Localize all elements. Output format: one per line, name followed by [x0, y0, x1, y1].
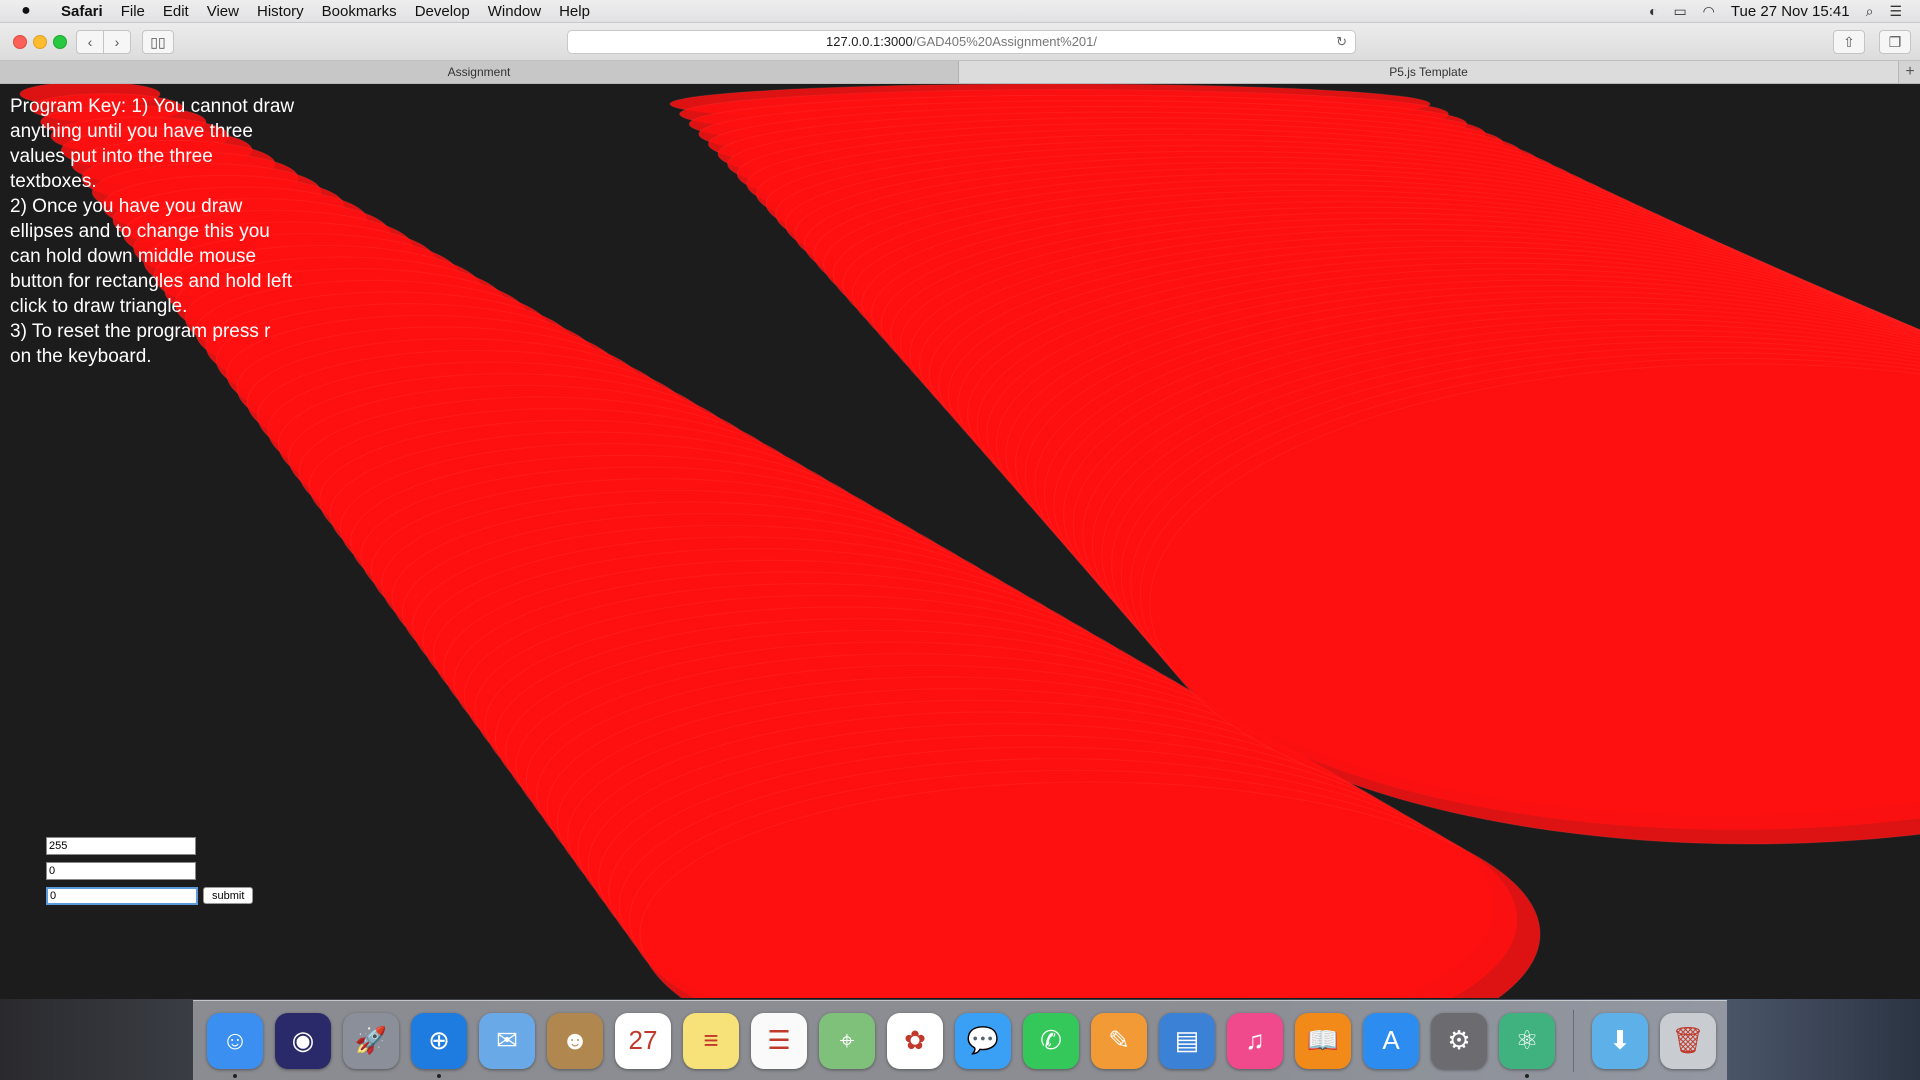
contacts-icon[interactable]: ☻ — [547, 1012, 603, 1069]
apple-menu-icon[interactable]: ● — [0, 2, 52, 20]
trash-icon[interactable]: 🗑 — [1660, 1012, 1716, 1069]
user-status-icon[interactable]: ◐ — [1649, 3, 1657, 19]
mail-glyph: ✉ — [496, 1025, 518, 1055]
photos-icon[interactable]: ✿ — [887, 1012, 943, 1069]
chevron-left-icon: ‹ — [87, 34, 93, 50]
new-tab-button[interactable]: + — [1898, 61, 1920, 83]
minimize-window-button[interactable] — [33, 35, 47, 49]
itunes-glyph: ♫ — [1245, 1025, 1265, 1055]
notes-icon[interactable]: ≡ — [683, 1012, 739, 1069]
keynote-icon[interactable]: ▤ — [1159, 1012, 1215, 1069]
reminders-glyph: ☰ — [767, 1025, 791, 1055]
safari-toolbar: ‹ › ▯▯ 127.0.0.1:3000/GAD405%20Assignmen… — [0, 23, 1920, 61]
menu-bookmarks[interactable]: Bookmarks — [313, 3, 406, 20]
pages-glyph: ✎ — [1108, 1025, 1130, 1055]
chevron-right-icon: › — [114, 34, 120, 50]
safari-glyph: ⊕ — [428, 1025, 450, 1055]
notification-center-icon[interactable]: ☰ — [1889, 3, 1902, 20]
running-indicator — [437, 1073, 441, 1078]
menu-help[interactable]: Help — [550, 3, 599, 20]
messages-icon[interactable]: 💬 — [955, 1012, 1011, 1069]
reload-icon[interactable]: ↻ — [1336, 31, 1347, 53]
keynote-glyph: ▤ — [1174, 1025, 1200, 1055]
dock-separator — [1573, 1009, 1574, 1072]
calendar-icon[interactable]: 27 — [615, 1012, 671, 1069]
atom-icon[interactable]: ⚛ — [1499, 1012, 1555, 1078]
downloads-folder-icon[interactable]: ⬇ — [1592, 1012, 1648, 1069]
spotlight-search-icon[interactable]: ⌕ — [1866, 3, 1874, 20]
facetime-glyph: ✆ — [1040, 1025, 1062, 1055]
ibooks-glyph: 📖 — [1306, 1025, 1340, 1055]
siri-icon[interactable]: ◉ — [275, 1012, 331, 1069]
notes-glyph: ≡ — [703, 1025, 719, 1055]
share-icon: ⇧ — [1843, 33, 1855, 50]
menu-history[interactable]: History — [248, 3, 313, 20]
submit-button[interactable]: submit — [203, 887, 254, 904]
address-bar[interactable]: 127.0.0.1:3000/GAD405%20Assignment%201/ … — [567, 30, 1356, 54]
app-store-icon[interactable]: A — [1363, 1012, 1419, 1069]
p5-canvas[interactable]: Program Key: 1) You cannot draw anything… — [0, 84, 1920, 998]
calendar-glyph: 27 — [628, 1025, 658, 1055]
forward-button[interactable]: › — [103, 30, 131, 54]
finder-icon[interactable]: ☺ — [207, 1012, 263, 1078]
wifi-icon[interactable]: ◠ — [1703, 3, 1715, 20]
maps-icon[interactable]: ⌖ — [819, 1012, 875, 1069]
launchpad-icon[interactable]: 🚀 — [343, 1012, 399, 1069]
app-store-glyph: A — [1382, 1025, 1400, 1055]
itunes-icon[interactable]: ♫ — [1227, 1012, 1283, 1069]
tab-assignment[interactable]: Assignment — [0, 61, 959, 83]
photos-glyph: ✿ — [904, 1025, 926, 1055]
airplay-icon[interactable]: ▭ — [1673, 3, 1686, 20]
share-button[interactable]: ⇧ — [1833, 30, 1865, 54]
menu-bar: ● Safari File Edit View History Bookmark… — [0, 0, 1920, 23]
running-indicator — [233, 1073, 237, 1078]
tabs-overview-icon: ❐ — [1888, 33, 1902, 50]
url-host: 127.0.0.1:3000 — [825, 34, 913, 49]
running-indicator — [1525, 1073, 1529, 1078]
menu-clock[interactable]: Tue 27 Nov 15:41 — [1731, 3, 1850, 20]
sidebar-button[interactable]: ▯▯ — [142, 30, 174, 54]
menu-app-name[interactable]: Safari — [52, 3, 112, 20]
dock: ☺ ◉ 🚀 ⊕ ✉ ☻ 27 ≡ ☰ ⌖ ✿ 💬 ✆ ✎ ▤ ♫ 📖 A ⚙ ⚛ ⬇ 🗑 — [193, 1000, 1727, 1080]
tab-p5js-template[interactable]: P5.js Template — [959, 61, 1898, 83]
tab-bar: Assignment P5.js Template + — [0, 61, 1920, 84]
pages-icon[interactable]: ✎ — [1091, 1012, 1147, 1069]
contacts-glyph: ☻ — [561, 1025, 589, 1055]
siri-glyph: ◉ — [291, 1025, 315, 1055]
menu-view[interactable]: View — [198, 3, 248, 20]
menu-window[interactable]: Window — [479, 3, 550, 20]
safari-icon[interactable]: ⊕ — [411, 1012, 467, 1078]
system-preferences-glyph: ⚙ — [1447, 1025, 1471, 1055]
mail-icon[interactable]: ✉ — [479, 1012, 535, 1069]
messages-glyph: 💬 — [966, 1025, 1000, 1055]
back-button[interactable]: ‹ — [76, 30, 104, 54]
downloads-folder-glyph: ⬇ — [1609, 1025, 1631, 1055]
facetime-icon[interactable]: ✆ — [1023, 1012, 1079, 1069]
atom-glyph: ⚛ — [1515, 1025, 1539, 1055]
finder-glyph: ☺ — [221, 1025, 249, 1055]
ibooks-icon[interactable]: 📖 — [1295, 1012, 1351, 1069]
blue-value-input[interactable] — [46, 887, 198, 905]
launchpad-glyph: 🚀 — [354, 1025, 388, 1055]
url-path: /GAD405%20Assignment%201/ — [912, 34, 1098, 49]
system-preferences-icon[interactable]: ⚙ — [1431, 1012, 1487, 1069]
sidebar-icon: ▯▯ — [150, 33, 166, 50]
reminders-icon[interactable]: ☰ — [751, 1012, 807, 1069]
green-value-input[interactable] — [46, 862, 196, 880]
menu-edit[interactable]: Edit — [154, 3, 198, 20]
red-value-input[interactable] — [46, 837, 196, 855]
close-window-button[interactable] — [13, 35, 27, 49]
show-all-tabs-button[interactable]: ❐ — [1879, 30, 1911, 54]
fullscreen-window-button[interactable] — [53, 35, 67, 49]
maps-glyph: ⌖ — [839, 1024, 855, 1055]
program-key-text: Program Key: 1) You cannot draw anything… — [10, 96, 295, 367]
menu-develop[interactable]: Develop — [406, 3, 479, 20]
menu-file[interactable]: File — [112, 3, 154, 20]
trash-glyph: 🗑 — [1671, 1025, 1705, 1055]
